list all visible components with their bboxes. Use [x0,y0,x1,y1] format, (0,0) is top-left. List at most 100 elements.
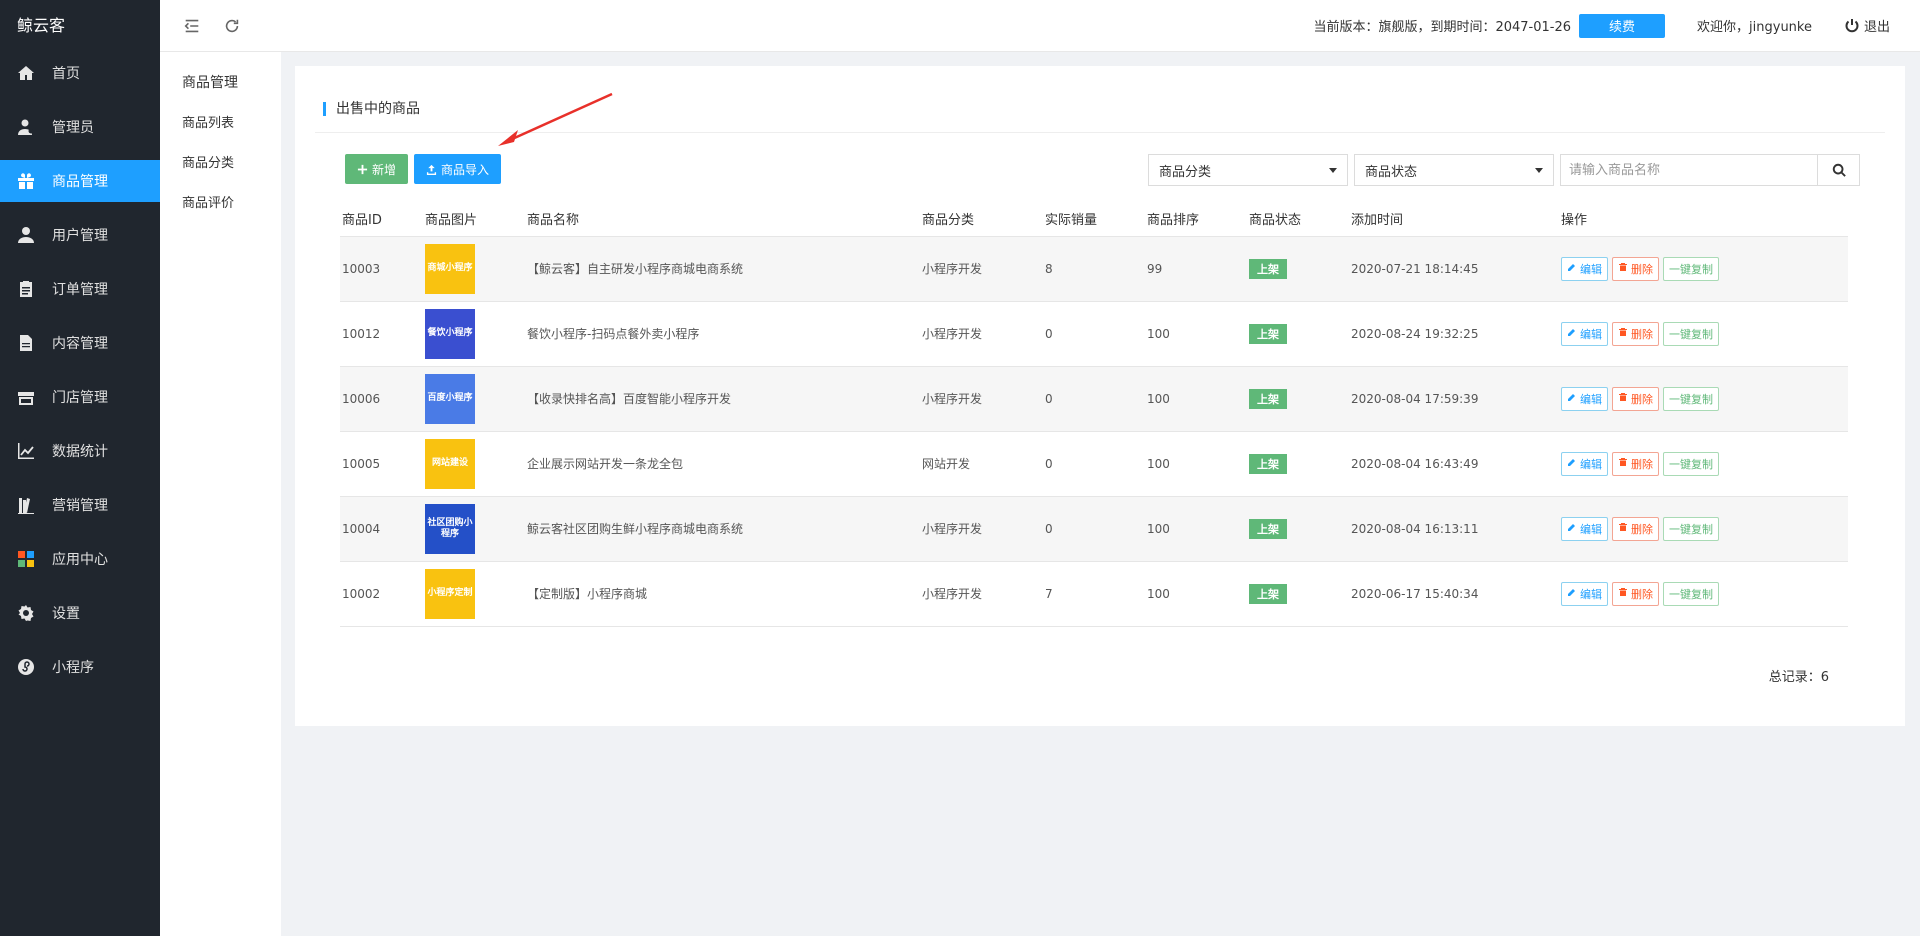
copy-button[interactable]: 一键复制 [1663,581,1719,606]
add-product-button[interactable]: 新增 [345,154,409,184]
product-status: 上架 [1247,496,1349,562]
edit-button[interactable]: 编辑 [1561,321,1608,346]
column-header: 商品名称 [525,202,920,237]
pencil-icon [1567,327,1577,340]
product-status: 上架 [1247,561,1349,627]
admin-icon [16,117,36,137]
product-actions: 编辑 删除 一键复制 [1559,366,1848,432]
delete-button-label: 删除 [1631,522,1653,536]
product-image[interactable]: 商城小程序 [425,243,475,294]
store-icon [16,387,36,407]
user-icon [16,225,36,245]
sidebar-item-10[interactable]: 设置 [0,592,160,634]
copy-button-label: 一键复制 [1669,392,1713,406]
product-image-text: 网站建设 [431,458,468,468]
product-image-text: 小程序定制 [427,588,473,598]
pencil-icon [1567,522,1577,535]
product-image-text: 社区团购小程序 [427,517,473,539]
import-product-button[interactable]: 商品导入 [414,154,502,184]
sidebar-item-3[interactable]: 用户管理 [0,214,160,256]
product-actions: 编辑 删除 一键复制 [1559,431,1848,497]
sidebar-item-4[interactable]: 订单管理 [0,268,160,310]
delete-button[interactable]: 删除 [1612,451,1659,476]
copy-button[interactable]: 一键复制 [1663,256,1719,281]
sidebar-item-1[interactable]: 管理员 [0,106,160,148]
edit-button[interactable]: 编辑 [1561,451,1608,476]
product-image[interactable]: 小程序定制 [425,568,475,619]
subnav-item-product-review[interactable]: 商品评价 [160,184,281,224]
table-row: 10002 小程序定制 【定制版】小程序商城 小程序开发 7 100 上架 2020-06-1… [340,561,1848,627]
logout-button[interactable]: 退出 [1844,16,1890,35]
search-input[interactable] [1560,154,1818,186]
sidebar-item-5[interactable]: 内容管理 [0,322,160,364]
product-image-text: 百度小程序 [427,393,473,403]
category-select[interactable]: 商品分类 [1148,154,1348,186]
edit-button[interactable]: 编辑 [1561,581,1608,606]
renew-button[interactable]: 续费 [1579,13,1666,38]
sidebar-item-label: 商品管理 [52,174,108,190]
sidebar-item-label: 内容管理 [52,336,108,352]
sidebar-item-7[interactable]: 数据统计 [0,430,160,472]
edit-button-label: 编辑 [1580,587,1602,601]
sidebar-item-label: 首页 [52,66,80,82]
sidebar-item-8[interactable]: 营销管理 [0,484,160,526]
product-added-time: 2020-08-24 19:32:25 [1349,301,1559,367]
delete-button[interactable]: 删除 [1612,256,1659,281]
subnav-item-product-list[interactable]: 商品列表 [160,104,281,144]
sidebar-item-0[interactable]: 首页 [0,52,160,94]
product-thumbnail: 餐饮小程序 [423,301,525,367]
sidebar-item-9[interactable]: 应用中心 [0,538,160,580]
product-sales: 8 [1043,236,1145,302]
status-badge: 上架 [1249,518,1287,539]
product-id: 10005 [340,431,423,497]
status-badge: 上架 [1249,258,1287,279]
edit-button-label: 编辑 [1580,457,1602,471]
collapse-menu-icon[interactable] [182,16,202,36]
top-header: 当前版本：旗舰版，到期时间：2047-01-26 续费 欢迎你，jingyunk… [160,0,1920,52]
edit-button[interactable]: 编辑 [1561,256,1608,281]
plus-icon [357,164,368,174]
copy-button[interactable]: 一键复制 [1663,321,1719,346]
column-header: 商品分类 [920,202,1043,237]
table-row: 10006 百度小程序 【收录快排名高】百度智能小程序开发 小程序开发 0 100 上架 20… [340,366,1848,432]
product-image[interactable]: 百度小程序 [425,373,475,424]
column-header: 实际销量 [1043,202,1145,237]
copy-button-label: 一键复制 [1669,457,1713,471]
copy-button[interactable]: 一键复制 [1663,386,1719,411]
sidebar-item-label: 设置 [52,606,80,622]
delete-button[interactable]: 删除 [1612,386,1659,411]
refresh-icon[interactable] [222,16,242,36]
product-sort: 99 [1145,236,1247,302]
delete-button[interactable]: 删除 [1612,581,1659,606]
product-name: 企业展示网站开发一条龙全包 [525,431,920,497]
edit-button-label: 编辑 [1580,392,1602,406]
product-id: 10012 [340,301,423,367]
product-actions: 编辑 删除 一键复制 [1559,561,1848,627]
product-status: 上架 [1247,236,1349,302]
product-image[interactable]: 社区团购小程序 [425,503,475,554]
subnav-item-product-category[interactable]: 商品分类 [160,144,281,184]
sidebar-item-6[interactable]: 门店管理 [0,376,160,418]
sidebar-item-11[interactable]: 小程序 [0,646,160,688]
product-sales: 0 [1043,496,1145,562]
edit-button[interactable]: 编辑 [1561,516,1608,541]
add-product-label: 新增 [372,162,397,177]
product-image[interactable]: 餐饮小程序 [425,308,475,359]
product-added-time: 2020-08-04 16:13:11 [1349,496,1559,562]
product-card: 出售中的商品 新增 商品导入 商品分类 商品状态 商品 [295,66,1905,726]
edit-button[interactable]: 编辑 [1561,386,1608,411]
sidebar-item-2[interactable]: 商品管理 [0,160,160,202]
power-icon [1845,18,1859,32]
search-button[interactable] [1818,154,1860,186]
product-image[interactable]: 网站建设 [425,438,475,489]
status-badge: 上架 [1249,388,1287,409]
sidebar-item-label: 门店管理 [52,390,108,406]
delete-button[interactable]: 删除 [1612,321,1659,346]
chevron-down-icon [1535,167,1543,173]
delete-button[interactable]: 删除 [1612,516,1659,541]
copy-button[interactable]: 一键复制 [1663,451,1719,476]
status-select[interactable]: 商品状态 [1354,154,1554,186]
copy-button[interactable]: 一键复制 [1663,516,1719,541]
chevron-down-icon [1329,167,1337,173]
product-thumbnail: 商城小程序 [423,236,525,302]
